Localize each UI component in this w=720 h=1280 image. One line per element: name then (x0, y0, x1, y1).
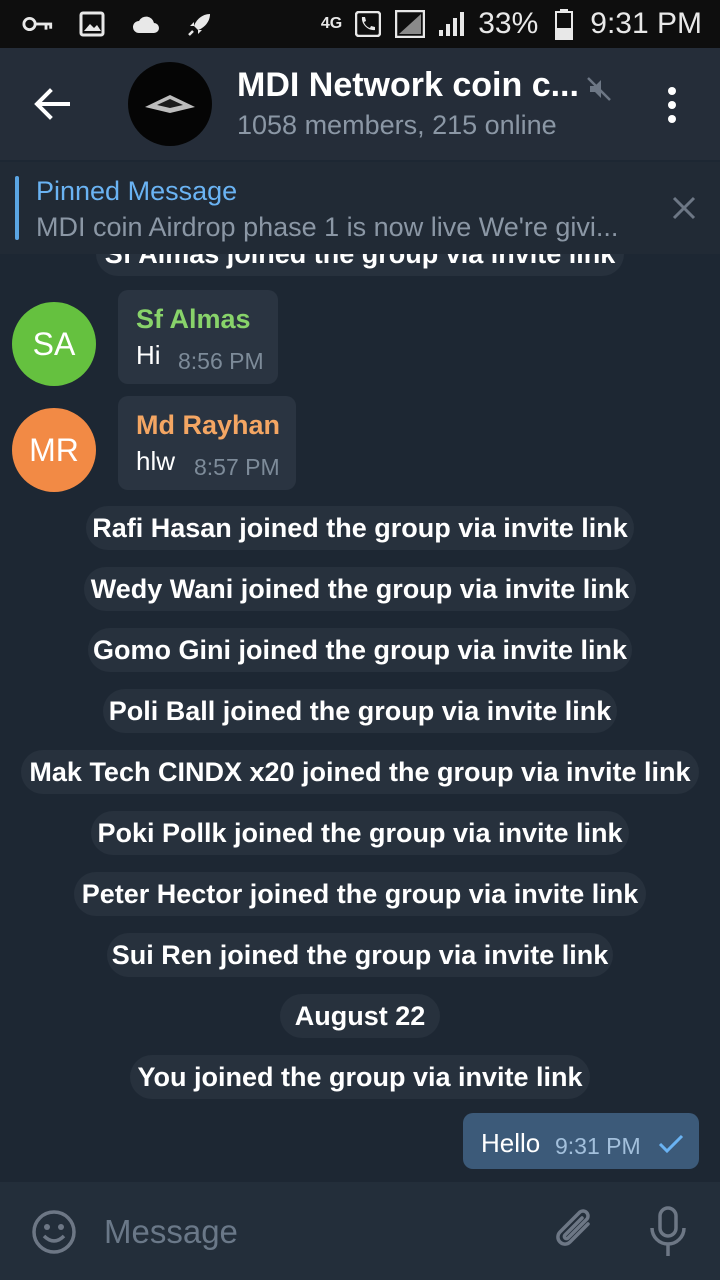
message-bubble[interactable]: Sf Almas Hi 8:56 PM (118, 290, 278, 384)
chat-header: MDI Network coin c... 1058 members, 215 … (0, 48, 720, 160)
avatar[interactable]: MR (12, 408, 96, 492)
members-count: 1058 members, 215 online (237, 110, 557, 140)
back-button[interactable] (22, 74, 82, 134)
status-time: 9:31 PM (590, 7, 702, 40)
avatar[interactable]: SA (12, 302, 96, 386)
service-message: Poki Pollk joined the group via invite l… (91, 811, 629, 855)
key-icon (22, 8, 54, 40)
message-input[interactable] (104, 1202, 524, 1262)
service-message: You joined the group via invite link (130, 1055, 590, 1099)
service-message: Mak Tech CINDX x20 joined the group via … (21, 750, 699, 794)
chat-title[interactable]: MDI Network coin c... (237, 66, 579, 105)
service-message: Peter Hector joined the group via invite… (74, 872, 646, 916)
date-divider: August 22 (280, 994, 440, 1038)
network-type: 4G (320, 15, 343, 32)
outgoing-message-bubble[interactable]: Hello 9:31 PM (463, 1113, 699, 1169)
message-text: hlw (136, 446, 176, 476)
service-message: Sf Almas joined the group via invite lin… (96, 254, 624, 276)
image-icon (76, 8, 108, 40)
message-composer (0, 1182, 720, 1280)
service-message: Sui Ren joined the group via invite link (107, 933, 613, 977)
group-avatar[interactable] (128, 62, 212, 146)
more-options-button[interactable] (650, 80, 694, 130)
mdi-logo-icon (145, 95, 195, 113)
rocket-icon (184, 8, 216, 40)
microphone-icon (650, 1206, 686, 1256)
status-bar: 4G 33% 9:31 PM (0, 0, 720, 48)
message-text: Hello (481, 1128, 541, 1158)
emoji-button[interactable] (30, 1208, 78, 1256)
sender-name[interactable]: Sf Almas (136, 304, 251, 335)
call-icon (352, 8, 384, 40)
service-message: Wedy Wani joined the group via invite li… (84, 567, 636, 611)
pinned-text: MDI coin Airdrop phase 1 is now live We'… (36, 212, 619, 242)
message-text: Hi (136, 340, 161, 370)
attach-button[interactable] (552, 1204, 600, 1258)
message-time: 8:57 PM (194, 454, 280, 480)
battery-icon (548, 8, 580, 40)
service-message: Rafi Hasan joined the group via invite l… (86, 506, 634, 550)
cloud-icon (130, 8, 162, 40)
sender-name[interactable]: Md Rayhan (136, 410, 280, 441)
muted-icon (586, 76, 612, 102)
more-vert-icon (668, 87, 676, 95)
check-icon (657, 1133, 685, 1155)
signal-icon (436, 8, 468, 40)
message-bubble[interactable]: Md Rayhan hlw 8:57 PM (118, 396, 296, 490)
close-icon (672, 196, 696, 220)
message-time: 8:56 PM (178, 348, 264, 374)
sim-signal-icon (394, 8, 426, 40)
voice-message-button[interactable] (646, 1204, 690, 1260)
message-list[interactable]: Sf Almas joined the group via invite lin… (0, 254, 720, 1182)
battery-percent: 33% (478, 7, 539, 40)
pinned-indicator (15, 176, 19, 240)
close-pinned-button[interactable] (664, 188, 704, 228)
pinned-label: Pinned Message (36, 176, 238, 206)
smiley-icon (32, 1210, 76, 1254)
service-message: Poli Ball joined the group via invite li… (103, 689, 617, 733)
service-message: Gomo Gini joined the group via invite li… (88, 628, 632, 672)
message-time: 9:31 PM (555, 1133, 641, 1159)
arrow-back-icon (34, 88, 70, 120)
paperclip-icon (556, 1209, 590, 1246)
pinned-message-bar[interactable]: Pinned Message MDI coin Airdrop phase 1 … (0, 162, 720, 254)
